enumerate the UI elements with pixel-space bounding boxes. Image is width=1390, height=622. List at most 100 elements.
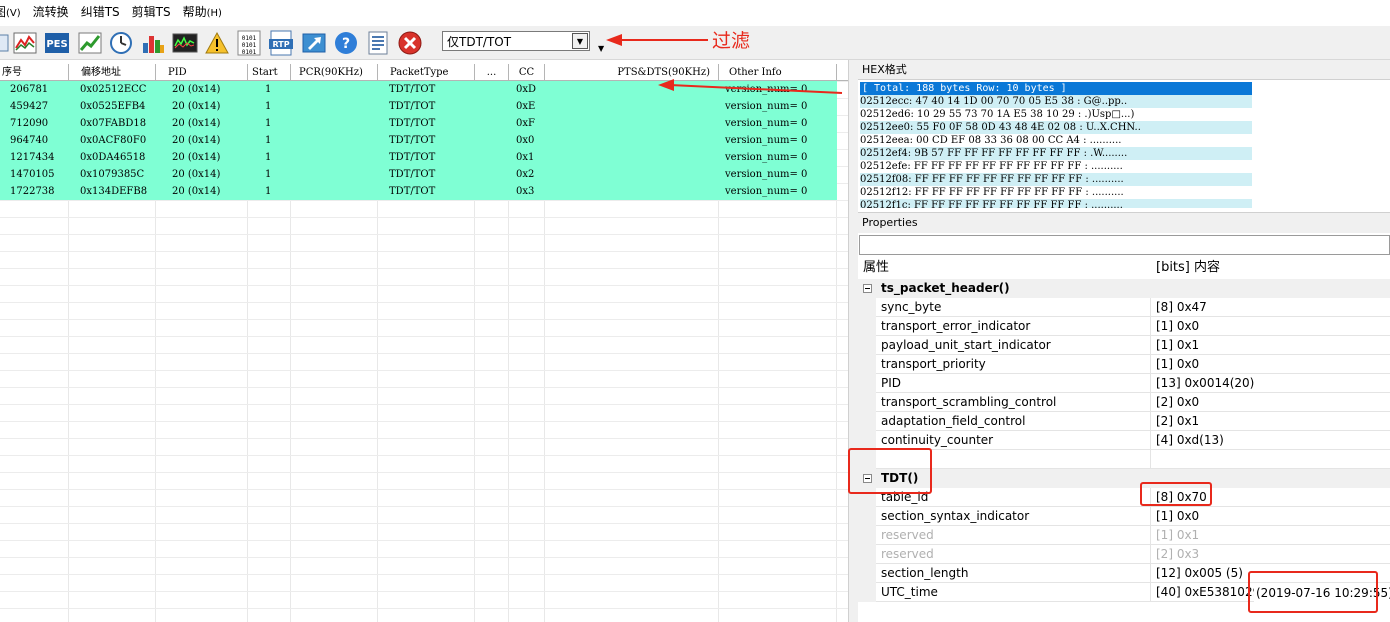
property-row[interactable]: reserved [1] 0x1: [858, 526, 1390, 545]
table-row[interactable]: 459427 0x0525EFB4 20 (0x14) 1 TDT/TOT 0xE vers…: [0, 98, 837, 115]
table-row[interactable]: 712090 0x07FABD18 20 (0x14) 1 TDT/TOT 0xF vers…: [0, 115, 837, 132]
svg-text:0101: 0101: [242, 49, 257, 56]
hex-line[interactable]: 02512f08: FF FF FF FF FF FF FF FF FF FF …: [860, 173, 1252, 186]
property-name: transport_priority: [876, 355, 1151, 374]
menu-item[interactable]: 纠错TS: [75, 0, 126, 27]
table-cell: 20 (0x14): [172, 84, 221, 95]
pes-icon[interactable]: PES: [44, 30, 70, 56]
table-cell: 712090: [10, 118, 49, 129]
table-cell: 1: [265, 135, 272, 146]
column-header[interactable]: 序号: [0, 64, 69, 81]
export-icon[interactable]: [301, 30, 327, 56]
warning-icon[interactable]: [204, 30, 230, 56]
property-value: [1] 0x1: [1151, 526, 1390, 545]
table-cell: 1: [265, 118, 272, 129]
column-header[interactable]: PacketType: [378, 64, 475, 81]
table-row[interactable]: 1722738 0x134DEFB8 20 (0x14) 1 TDT/TOT 0x3 ver…: [0, 183, 837, 200]
table-cell: 20 (0x14): [172, 169, 221, 180]
graph-icon[interactable]: [12, 30, 38, 56]
annotation-arrow-pts: [658, 79, 843, 94]
chevron-down-icon[interactable]: ▼: [572, 33, 588, 49]
table-cell: 20 (0x14): [172, 118, 221, 129]
properties-search-input[interactable]: [859, 235, 1390, 255]
menu-item[interactable]: 帮助(H): [177, 0, 228, 27]
hex-line[interactable]: 02512ed6: 10 29 55 73 70 1A E5 38 10 29 …: [860, 108, 1252, 121]
property-name: section_length: [876, 564, 1151, 583]
table-cell: 0x3: [516, 186, 535, 197]
property-row[interactable]: transport_error_indicator [1] 0x0: [858, 317, 1390, 336]
menu-item-label: 纠错TS: [80, 5, 120, 19]
property-row[interactable]: sync_byte [8] 0x47: [858, 298, 1390, 317]
property-row[interactable]: table_id [8] 0x70: [858, 488, 1390, 507]
property-gutter: [858, 298, 876, 317]
property-value: [1] 0x0: [1151, 355, 1390, 374]
property-row[interactable]: [858, 450, 1390, 469]
menu-bar: 图(V) 流转换 纠错TS 剪辑TS 帮助(H): [0, 0, 1390, 26]
property-row[interactable]: transport_scrambling_control [2] 0x0: [858, 393, 1390, 412]
column-header[interactable]: CC: [509, 64, 545, 81]
hex-line[interactable]: 02512f1c: FF FF FF FF FF FF FF FF FF FF …: [860, 199, 1252, 208]
grid-line: [0, 608, 848, 609]
grid-line: [0, 251, 848, 252]
clock-icon[interactable]: [108, 30, 134, 56]
panel-splitter[interactable]: [848, 60, 858, 622]
table-cell: 0x0: [516, 135, 535, 146]
property-row[interactable]: transport_priority [1] 0x0: [858, 355, 1390, 374]
property-value: [4] 0xd(13): [1151, 431, 1390, 450]
column-header[interactable]: PCR(90KHz): [291, 64, 378, 81]
table-row[interactable]: 1217434 0x0DA46518 20 (0x14) 1 TDT/TOT 0x1 ver…: [0, 149, 837, 166]
binary-icon[interactable]: 0101 0101 0101: [236, 30, 262, 56]
column-header[interactable]: 偏移地址: [69, 64, 156, 81]
column-header[interactable]: Start: [248, 64, 291, 81]
menu-item[interactable]: 流转换: [27, 0, 75, 27]
packet-filter-select[interactable]: 仅TDT/TOT ▼: [442, 31, 590, 51]
property-row[interactable]: adaptation_field_control [2] 0x1: [858, 412, 1390, 431]
table-row[interactable]: 964740 0x0ACF80F0 20 (0x14) 1 TDT/TOT 0x0 vers…: [0, 132, 837, 149]
hex-line[interactable]: 02512f12: FF FF FF FF FF FF FF FF FF FF …: [860, 186, 1252, 199]
property-name: payload_unit_start_indicator: [876, 336, 1151, 355]
grid-line: [0, 489, 848, 490]
grid-line: [0, 319, 848, 320]
toolbar-edge-icon[interactable]: [0, 30, 12, 56]
property-row[interactable]: payload_unit_start_indicator [1] 0x1: [858, 336, 1390, 355]
svg-text:PES: PES: [46, 39, 67, 50]
hex-total-line[interactable]: [ Total: 188 bytes Row: 10 bytes ]: [860, 82, 1252, 95]
properties-title: Properties: [858, 213, 1390, 233]
property-row[interactable]: PID [13] 0x0014(20): [858, 374, 1390, 393]
menu-item-label: 帮助: [182, 5, 207, 19]
property-value: [13] 0x0014(20): [1151, 374, 1390, 393]
rtp-icon[interactable]: RTP: [268, 30, 294, 56]
trend-chart-icon[interactable]: [77, 30, 103, 56]
bar-chart-icon[interactable]: [140, 30, 166, 56]
property-row[interactable]: section_syntax_indicator [1] 0x0: [858, 507, 1390, 526]
grid-line: [0, 302, 848, 303]
help-icon[interactable]: ?: [333, 30, 359, 56]
hex-line[interactable]: 02512ef4: 9B 57 FF FF FF FF FF FF FF FF …: [860, 147, 1252, 160]
spectrum-icon[interactable]: [172, 30, 198, 56]
property-value: [1] 0x0: [1151, 507, 1390, 526]
hex-line[interactable]: 02512efe: FF FF FF FF FF FF FF FF FF FF …: [860, 160, 1252, 173]
report-icon[interactable]: [365, 30, 391, 56]
property-group[interactable]: TDT(): [858, 469, 1390, 488]
hex-line[interactable]: 02512ee0: 55 F0 0F 58 0D 43 48 4E 02 08 …: [860, 121, 1252, 134]
table-cell: 20 (0x14): [172, 186, 221, 197]
property-name: section_syntax_indicator: [876, 507, 1151, 526]
property-row[interactable]: continuity_counter [4] 0xd(13): [858, 431, 1390, 450]
property-value: [1151, 450, 1390, 469]
table-cell: [550, 98, 717, 115]
menu-item[interactable]: 图(V): [0, 0, 27, 27]
property-gutter: [858, 374, 876, 393]
table-cell: version_num= 0: [725, 135, 808, 146]
hex-line[interactable]: 02512eea: 00 CD EF 08 33 36 08 00 CC A4 …: [860, 134, 1252, 147]
hex-line[interactable]: 02512ecc: 47 40 14 1D 00 70 70 05 E5 38 …: [860, 95, 1252, 108]
grid-line: [0, 523, 848, 524]
column-header[interactable]: ...: [475, 64, 509, 81]
property-group[interactable]: ts_packet_header(): [858, 279, 1390, 298]
table-row[interactable]: 1470105 0x1079385C 20 (0x14) 1 TDT/TOT 0x2 ver…: [0, 166, 837, 183]
column-header[interactable]: PID: [156, 64, 248, 81]
menu-item[interactable]: 剪辑TS: [126, 0, 177, 27]
property-row[interactable]: reserved [2] 0x3: [858, 545, 1390, 564]
collapse-icon[interactable]: [863, 284, 872, 293]
close-icon[interactable]: [397, 30, 423, 56]
table-cell: TDT/TOT: [389, 101, 436, 112]
